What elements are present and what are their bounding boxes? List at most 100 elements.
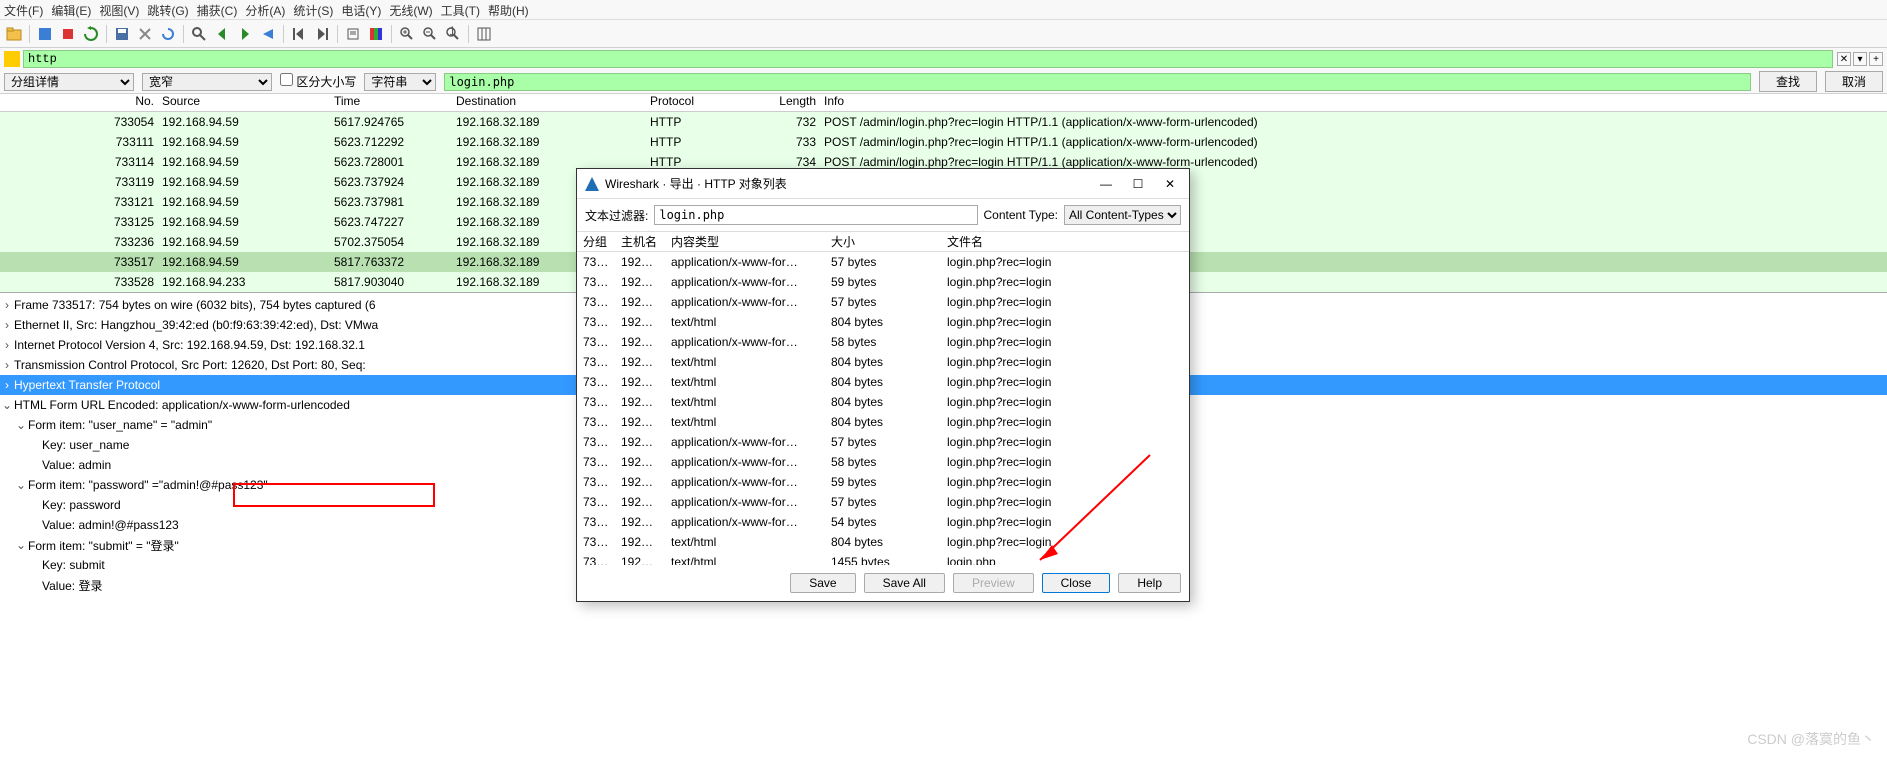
zoom-out-icon[interactable] (420, 24, 440, 44)
col-content-type[interactable]: 内容类型 (671, 233, 831, 250)
filter-dropdown-icon[interactable]: ▾ (1853, 52, 1867, 66)
find-term-input[interactable] (444, 73, 1751, 91)
col-packet[interactable]: 分组 (577, 233, 621, 250)
save-icon[interactable] (112, 24, 132, 44)
form-item-password-value[interactable]: "admin!@#pass123" (159, 478, 268, 492)
capture-stop-icon[interactable] (58, 24, 78, 44)
menu-go[interactable]: 跳转(G) (147, 2, 188, 17)
menu-wireless[interactable]: 无线(W) (389, 2, 432, 17)
tcp-summary[interactable]: Transmission Control Protocol, Src Port:… (14, 358, 366, 372)
object-row[interactable]: 73…192…text/html804 byteslogin.php?rec=l… (577, 532, 1189, 552)
expand-icon[interactable]: › (0, 378, 14, 392)
prev-icon[interactable] (212, 24, 232, 44)
object-row[interactable]: 73…192…application/x-www-for…59 byteslog… (577, 272, 1189, 292)
find-width-select[interactable]: 宽窄 (142, 73, 272, 91)
menu-edit[interactable]: 编辑(E) (51, 2, 91, 17)
preview-button[interactable]: Preview (953, 573, 1034, 593)
packet-row[interactable]: 733054192.168.94.595617.924765192.168.32… (0, 112, 1887, 132)
close-window-button[interactable]: ✕ (1163, 177, 1177, 191)
zoom-in-icon[interactable] (397, 24, 417, 44)
resize-cols-icon[interactable] (474, 24, 494, 44)
find-type-select[interactable]: 字符串 (364, 73, 436, 91)
expand-icon[interactable]: › (0, 298, 14, 312)
key-submit[interactable]: Key: submit (42, 558, 105, 572)
object-row[interactable]: 73…192…text/html1455 byteslogin.php (577, 552, 1189, 565)
object-row[interactable]: 73…192…text/html804 byteslogin.php?rec=l… (577, 312, 1189, 332)
http-summary[interactable]: Hypertext Transfer Protocol (14, 378, 160, 392)
cancel-find-button[interactable]: 取消 (1825, 71, 1883, 92)
form-item-username[interactable]: Form item: "user_name" = "admin" (28, 418, 212, 432)
filter-clear-icon[interactable]: ✕ (1837, 52, 1851, 66)
next-icon[interactable] (235, 24, 255, 44)
colorize-icon[interactable] (366, 24, 386, 44)
minimize-button[interactable]: — (1099, 177, 1113, 191)
collapse-icon[interactable]: ⌄ (14, 418, 28, 432)
expand-icon[interactable]: › (0, 338, 14, 352)
object-row[interactable]: 73…192…application/x-www-for…58 byteslog… (577, 452, 1189, 472)
save-all-button[interactable]: Save All (864, 573, 945, 593)
object-row[interactable]: 73…192…application/x-www-for…57 byteslog… (577, 252, 1189, 272)
maximize-button[interactable]: ☐ (1131, 177, 1145, 191)
open-icon[interactable] (4, 24, 24, 44)
help-button[interactable]: Help (1118, 573, 1181, 593)
dialog-titlebar[interactable]: Wireshark · 导出 · HTTP 对象列表 — ☐ ✕ (577, 169, 1189, 199)
text-filter-input[interactable] (654, 205, 977, 225)
capture-start-icon[interactable] (35, 24, 55, 44)
value-username[interactable]: Value: admin (42, 458, 111, 472)
menu-file[interactable]: 文件(F) (4, 2, 43, 17)
close-button[interactable]: Close (1042, 573, 1111, 593)
case-sensitive-checkbox[interactable]: 区分大小写 (280, 73, 356, 90)
ip-summary[interactable]: Internet Protocol Version 4, Src: 192.16… (14, 338, 365, 352)
object-row[interactable]: 73…192…text/html804 byteslogin.php?rec=l… (577, 352, 1189, 372)
menu-telephony[interactable]: 电话(Y) (341, 2, 381, 17)
col-length[interactable]: Length (718, 94, 820, 111)
form-encoded-summary[interactable]: HTML Form URL Encoded: application/x-www… (14, 398, 350, 412)
col-info[interactable]: Info (820, 94, 1887, 111)
display-filter-input[interactable] (23, 50, 1833, 68)
object-row[interactable]: 73…192…text/html804 byteslogin.php?rec=l… (577, 372, 1189, 392)
menu-view[interactable]: 视图(V) (99, 2, 139, 17)
form-item-submit[interactable]: Form item: "submit" = "登录" (28, 537, 179, 554)
frame-summary[interactable]: Frame 733517: 754 bytes on wire (6032 bi… (14, 298, 376, 312)
menu-help[interactable]: 帮助(H) (488, 2, 529, 17)
collapse-icon[interactable]: ⌄ (14, 478, 28, 492)
col-size[interactable]: 大小 (831, 233, 947, 250)
bookmark-icon[interactable] (4, 51, 20, 67)
packet-row[interactable]: 733111192.168.94.595623.712292192.168.32… (0, 132, 1887, 152)
col-time[interactable]: Time (330, 94, 452, 111)
value-submit[interactable]: Value: 登录 (42, 577, 102, 594)
collapse-icon[interactable]: ⌄ (0, 398, 14, 412)
content-type-select[interactable]: All Content-Types (1064, 205, 1181, 225)
object-row[interactable]: 73…192…application/x-www-for…58 byteslog… (577, 332, 1189, 352)
object-row[interactable]: 73…192…application/x-www-for…59 byteslog… (577, 472, 1189, 492)
last-icon[interactable] (312, 24, 332, 44)
expand-icon[interactable]: › (0, 318, 14, 332)
col-hostname[interactable]: 主机名 (621, 233, 671, 250)
find-scope-select[interactable]: 分组详情 (4, 73, 134, 91)
menu-stats[interactable]: 统计(S) (293, 2, 333, 17)
filter-add-icon[interactable]: + (1869, 52, 1883, 66)
goto-icon[interactable] (258, 24, 278, 44)
reload-icon[interactable] (158, 24, 178, 44)
form-item-password-key[interactable]: Form item: "password" = (28, 478, 159, 492)
value-password[interactable]: Value: admin!@#pass123 (42, 518, 179, 532)
menu-tools[interactable]: 工具(T) (441, 2, 480, 17)
col-dest[interactable]: Destination (452, 94, 646, 111)
menu-capture[interactable]: 捕获(C) (197, 2, 238, 17)
autoscroll-icon[interactable] (343, 24, 363, 44)
zoom-reset-icon[interactable]: 1 (443, 24, 463, 44)
first-icon[interactable] (289, 24, 309, 44)
object-row[interactable]: 73…192…application/x-www-for…57 byteslog… (577, 432, 1189, 452)
save-button[interactable]: Save (790, 573, 855, 593)
collapse-icon[interactable]: ⌄ (14, 538, 28, 552)
object-row[interactable]: 73…192…application/x-www-for…54 byteslog… (577, 512, 1189, 532)
col-no[interactable]: No. (0, 94, 158, 111)
object-row[interactable]: 73…192…text/html804 byteslogin.php?rec=l… (577, 412, 1189, 432)
close-file-icon[interactable] (135, 24, 155, 44)
ethernet-summary[interactable]: Ethernet II, Src: Hangzhou_39:42:ed (b0:… (14, 318, 378, 332)
expand-icon[interactable]: › (0, 358, 14, 372)
menu-analyze[interactable]: 分析(A) (245, 2, 285, 17)
key-password[interactable]: Key: password (42, 498, 121, 512)
capture-restart-icon[interactable] (81, 24, 101, 44)
col-proto[interactable]: Protocol (646, 94, 718, 111)
